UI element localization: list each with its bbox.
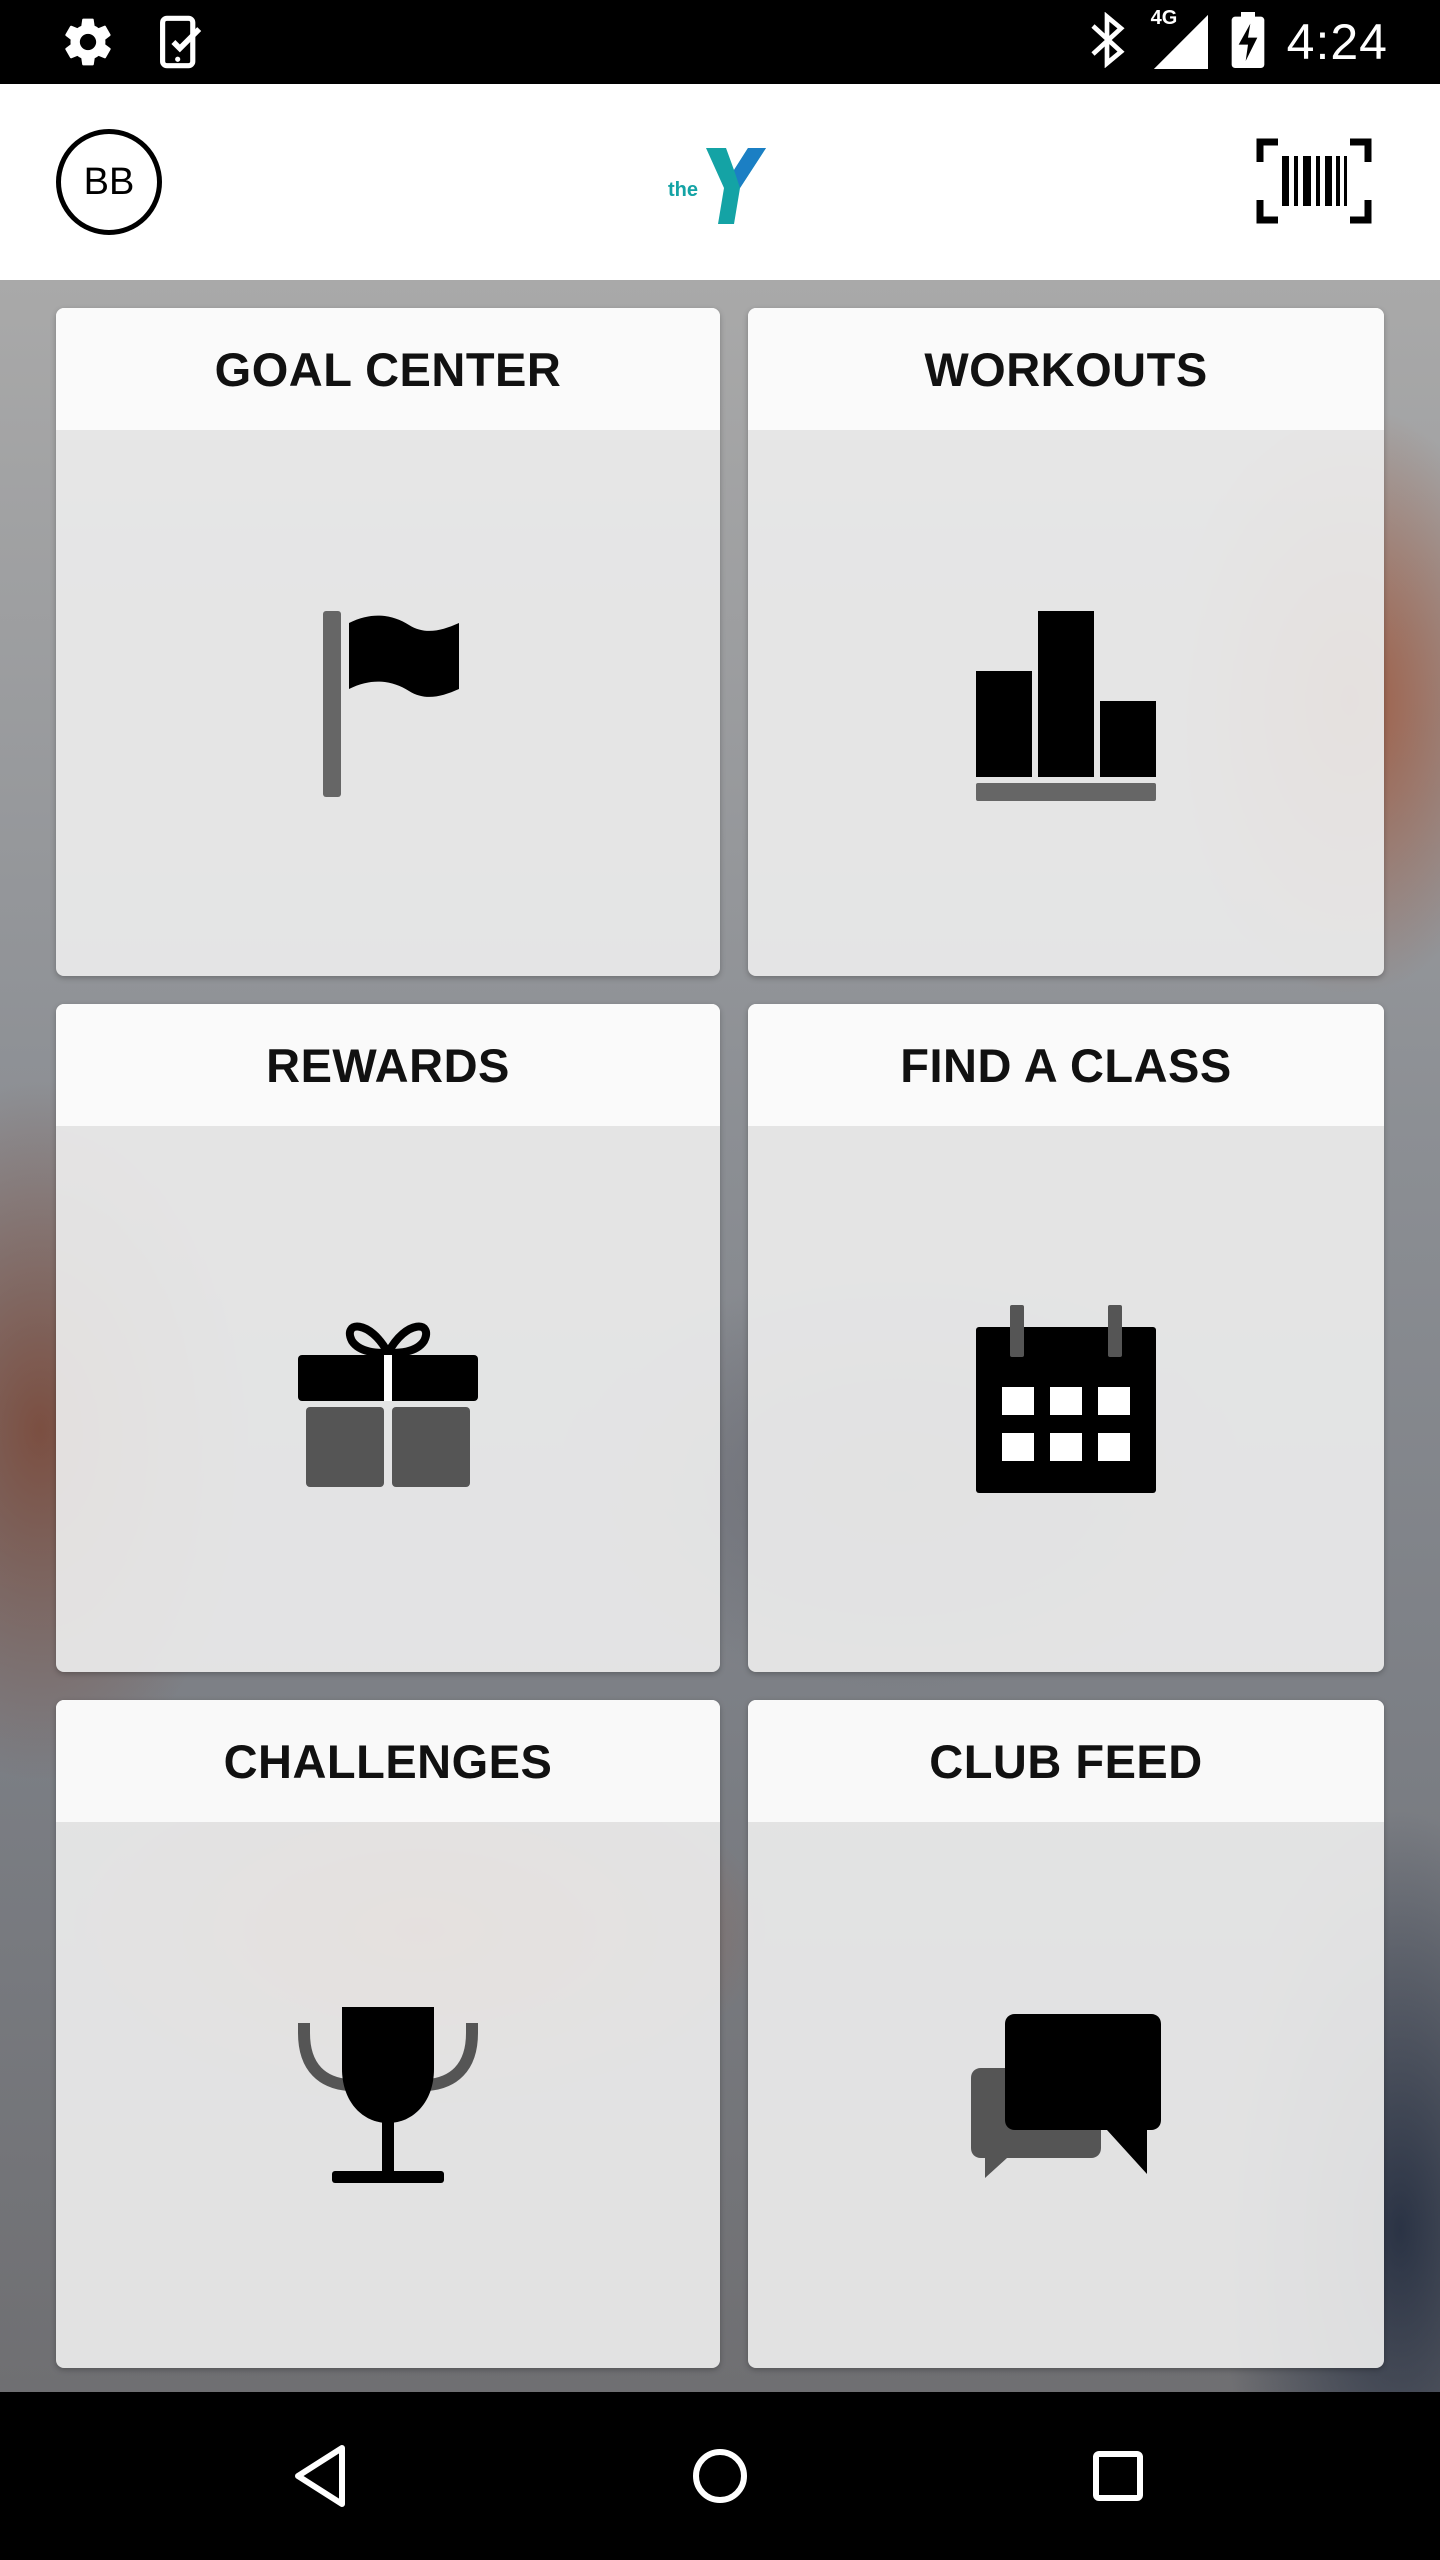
chat-bubbles-icon <box>971 2014 1161 2178</box>
tile-title: CHALLENGES <box>56 1700 720 1822</box>
tile-title: CLUB FEED <box>748 1700 1384 1822</box>
find-a-class-tile[interactable]: FIND A CLASS <box>748 1004 1384 1672</box>
signal-icon: 4G <box>1149 7 1209 74</box>
ymca-logo: the <box>668 140 772 224</box>
app-header: BB the <box>0 84 1440 280</box>
calendar-icon <box>976 1305 1156 1493</box>
bar-chart-icon <box>976 611 1156 801</box>
barcode-icon <box>1256 138 1372 224</box>
clipboard-check-icon <box>156 14 208 75</box>
flag-icon <box>323 611 459 797</box>
trophy-icon <box>298 2007 478 2183</box>
club-feed-tile[interactable]: CLUB FEED <box>748 1700 1384 2368</box>
bluetooth-icon <box>1087 11 1127 73</box>
challenges-tile[interactable]: CHALLENGES <box>56 1700 720 2368</box>
navigation-bar <box>0 2392 1440 2560</box>
recents-button[interactable] <box>1078 2436 1158 2516</box>
tile-title: FIND A CLASS <box>748 1004 1384 1126</box>
avatar-initials: BB <box>83 160 135 203</box>
status-bar: 4G 4:24 <box>0 0 1440 84</box>
settings-icon <box>60 14 116 75</box>
barcode-button[interactable] <box>1256 138 1372 224</box>
tile-title: REWARDS <box>56 1004 720 1126</box>
home-button[interactable] <box>680 2436 760 2516</box>
battery-charging-icon <box>1231 11 1265 73</box>
goal-center-tile[interactable]: GOAL CENTER <box>56 308 720 976</box>
recents-icon <box>1093 2451 1143 2501</box>
dashboard-grid: GOAL CENTER WORKOUTS REWARDS FIND A CLAS… <box>0 280 1440 2392</box>
rewards-tile[interactable]: REWARDS <box>56 1004 720 1672</box>
home-icon <box>693 2449 747 2503</box>
back-button[interactable] <box>282 2436 362 2516</box>
gift-icon <box>298 1322 478 1487</box>
back-icon <box>295 2445 345 2507</box>
tile-title: GOAL CENTER <box>56 308 720 430</box>
workouts-tile[interactable]: WORKOUTS <box>748 308 1384 976</box>
network-type-label: 4G <box>1150 6 1178 29</box>
avatar[interactable]: BB <box>56 129 162 235</box>
tile-title: WORKOUTS <box>748 308 1384 430</box>
status-time: 4:24 <box>1286 14 1388 70</box>
logo-text: the <box>668 179 698 201</box>
